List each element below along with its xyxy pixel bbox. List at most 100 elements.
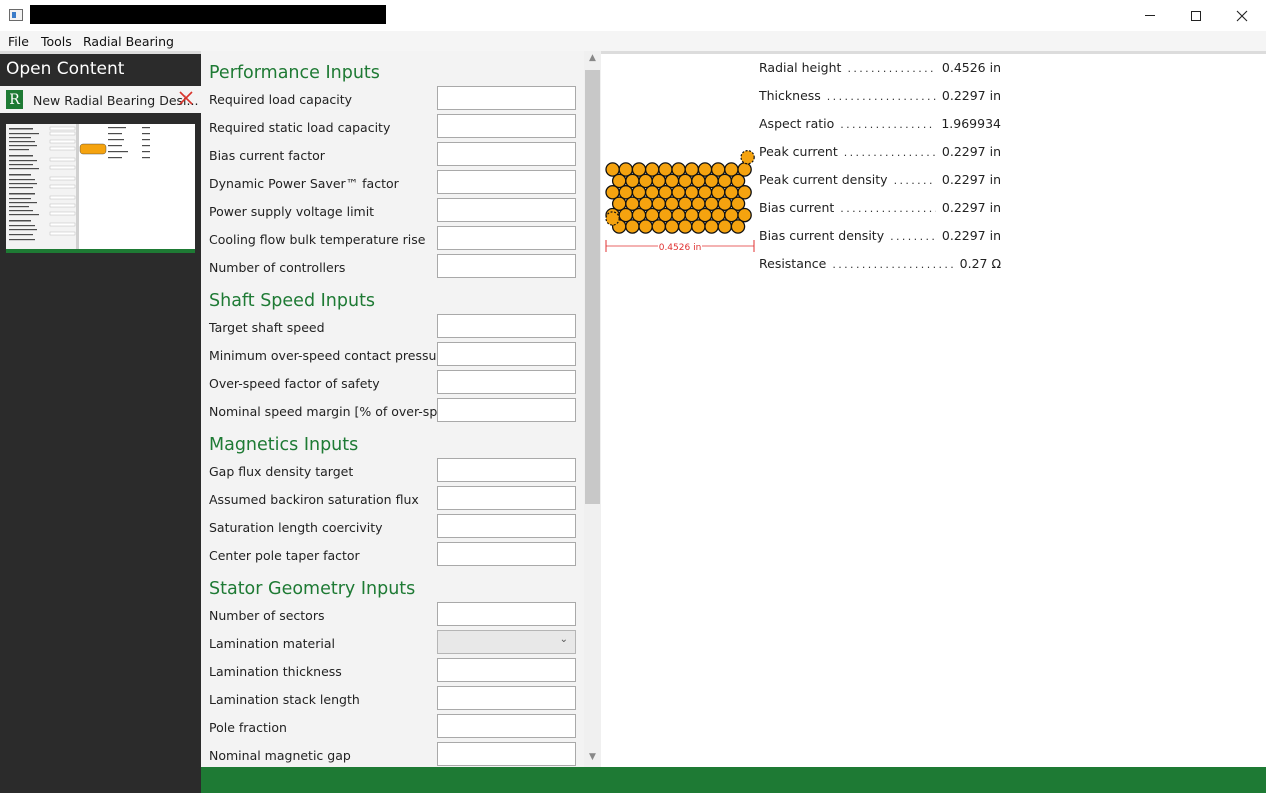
result-label: Thickness xyxy=(759,88,821,103)
label-required-static-load-capacity: Required static load capacity xyxy=(209,120,391,135)
input-target-shaft-speed[interactable] xyxy=(437,314,576,338)
label-dynamic-power-saver-factor: Dynamic Power Saver™ factor xyxy=(209,176,399,191)
result-value: 0.27 Ω xyxy=(959,256,1001,271)
label-min-over-speed-contact-pressure: Minimum over-speed contact pressure xyxy=(209,348,449,363)
minimize-button[interactable] xyxy=(1127,0,1173,31)
thumbnail-preview xyxy=(6,124,150,249)
dot-leader: ........................................… xyxy=(847,62,936,72)
dimension-label: 0.4526 in xyxy=(659,243,702,253)
input-saturation-length-coercivity[interactable] xyxy=(437,514,576,538)
input-required-load-capacity[interactable] xyxy=(437,86,576,110)
document-tab-label[interactable]: New Radial Bearing Desi... xyxy=(33,93,198,108)
label-lamination-stack-length: Lamination stack length xyxy=(209,692,360,707)
result-label: Peak current xyxy=(759,144,838,159)
label-target-shaft-speed: Target shaft speed xyxy=(209,320,325,335)
dot-leader: ........................................… xyxy=(843,146,936,156)
label-bias-current-factor: Bias current factor xyxy=(209,148,325,163)
input-bias-current-factor[interactable] xyxy=(437,142,576,166)
result-value: 0.2297 in xyxy=(941,144,1001,159)
input-number-of-controllers[interactable] xyxy=(437,254,576,278)
radial-bearing-badge-icon: R xyxy=(6,90,23,109)
section-title-stator-geometry: Stator Geometry Inputs xyxy=(209,579,416,599)
label-cooling-flow-temperature-rise: Cooling flow bulk temperature rise xyxy=(209,232,426,247)
label-backiron-saturation-flux: Assumed backiron saturation flux xyxy=(209,492,419,507)
input-cooling-flow-temperature-rise[interactable] xyxy=(437,226,576,250)
menu-tools[interactable]: Tools xyxy=(41,34,72,49)
document-thumbnail[interactable] xyxy=(6,124,195,253)
status-bar xyxy=(201,767,1266,793)
tab-close-button[interactable] xyxy=(178,89,194,107)
dot-leader: ........................................… xyxy=(840,202,936,212)
input-dynamic-power-saver-factor[interactable] xyxy=(437,170,576,194)
dot-leader: ........................................… xyxy=(832,258,953,268)
wire-strand xyxy=(730,219,746,234)
input-pole-fraction[interactable] xyxy=(437,714,576,738)
result-value: 0.4526 in xyxy=(941,60,1001,75)
dot-leader: ........................................… xyxy=(893,174,936,184)
input-backiron-saturation-flux[interactable] xyxy=(437,486,576,510)
dot-leader: ........................................… xyxy=(840,118,935,128)
input-number-of-sectors[interactable] xyxy=(437,602,576,626)
input-gap-flux-density-target[interactable] xyxy=(437,458,576,482)
label-lamination-thickness: Lamination thickness xyxy=(209,664,342,679)
wire-strand xyxy=(691,219,706,234)
result-value: 0.2297 in xyxy=(941,172,1001,187)
label-lamination-material: Lamination material xyxy=(209,636,335,651)
result-label: Bias current density xyxy=(759,228,885,243)
wire-strand xyxy=(677,219,693,234)
menu-bar: File Tools Radial Bearing xyxy=(0,31,1266,54)
wire-strand xyxy=(638,219,653,234)
result-label: Radial height xyxy=(759,60,842,75)
window-title-redacted xyxy=(30,5,386,24)
wire-strand xyxy=(625,219,640,234)
label-center-pole-taper-factor: Center pole taper factor xyxy=(209,548,360,563)
close-window-button[interactable] xyxy=(1219,0,1265,31)
label-nominal-magnetic-gap: Nominal magnetic gap xyxy=(209,748,351,763)
wire-strand xyxy=(651,219,667,234)
section-title-performance: Performance Inputs xyxy=(209,63,380,83)
result-label: Bias current xyxy=(759,200,835,215)
input-required-static-load-capacity[interactable] xyxy=(437,114,576,138)
close-x-icon xyxy=(179,91,193,105)
app-icon xyxy=(9,9,23,21)
label-nominal-speed-margin: Nominal speed margin [% of over-speed] xyxy=(209,404,466,419)
result-value: 0.2297 in xyxy=(941,228,1001,243)
dot-leader: ........................................… xyxy=(826,90,936,100)
label-saturation-length-coercivity: Saturation length coercivity xyxy=(209,520,383,535)
input-center-pole-taper-factor[interactable] xyxy=(437,542,576,566)
minimize-icon xyxy=(1145,15,1155,16)
scroll-down-icon[interactable]: ▼ xyxy=(584,752,601,766)
scrollbar-thumb[interactable] xyxy=(585,70,600,504)
label-gap-flux-density-target: Gap flux density target xyxy=(209,464,354,479)
input-min-over-speed-contact-pressure[interactable] xyxy=(437,342,576,366)
dot-leader: ........................................… xyxy=(890,230,936,240)
section-title-shaft-speed: Shaft Speed Inputs xyxy=(209,291,376,311)
result-value: 0.2297 in xyxy=(941,88,1001,103)
select-lamination-material[interactable]: ⌄ xyxy=(437,630,576,654)
wire-strand xyxy=(664,219,680,234)
input-over-speed-factor-of-safety[interactable] xyxy=(437,370,576,394)
input-nominal-magnetic-gap[interactable] xyxy=(437,742,576,766)
maximize-button[interactable] xyxy=(1173,0,1219,31)
menu-radial-bearing[interactable]: Radial Bearing xyxy=(83,34,174,49)
label-pole-fraction: Pole fraction xyxy=(209,720,287,735)
input-nominal-speed-margin[interactable] xyxy=(437,398,576,422)
input-power-supply-voltage-limit[interactable] xyxy=(437,198,576,222)
input-lamination-stack-length[interactable] xyxy=(437,686,576,710)
label-power-supply-voltage-limit: Power supply voltage limit xyxy=(209,204,375,219)
input-lamination-thickness[interactable] xyxy=(437,658,576,682)
open-content-title: Open Content xyxy=(6,59,125,79)
scroll-up-icon[interactable]: ▲ xyxy=(584,53,601,67)
chevron-down-icon: ⌄ xyxy=(559,634,568,645)
result-value: 1.969934 xyxy=(941,116,1001,131)
maximize-icon xyxy=(1191,10,1201,21)
label-over-speed-factor-of-safety: Over-speed factor of safety xyxy=(209,376,380,391)
label-number-of-controllers: Number of controllers xyxy=(209,260,346,275)
menu-file[interactable]: File xyxy=(8,34,29,49)
result-label: Peak current density xyxy=(759,172,888,187)
result-label: Resistance xyxy=(759,256,827,271)
coil-wires xyxy=(605,149,755,234)
result-value: 0.2297 in xyxy=(941,200,1001,215)
wire-strand xyxy=(717,219,733,234)
label-number-of-sectors: Number of sectors xyxy=(209,608,325,623)
